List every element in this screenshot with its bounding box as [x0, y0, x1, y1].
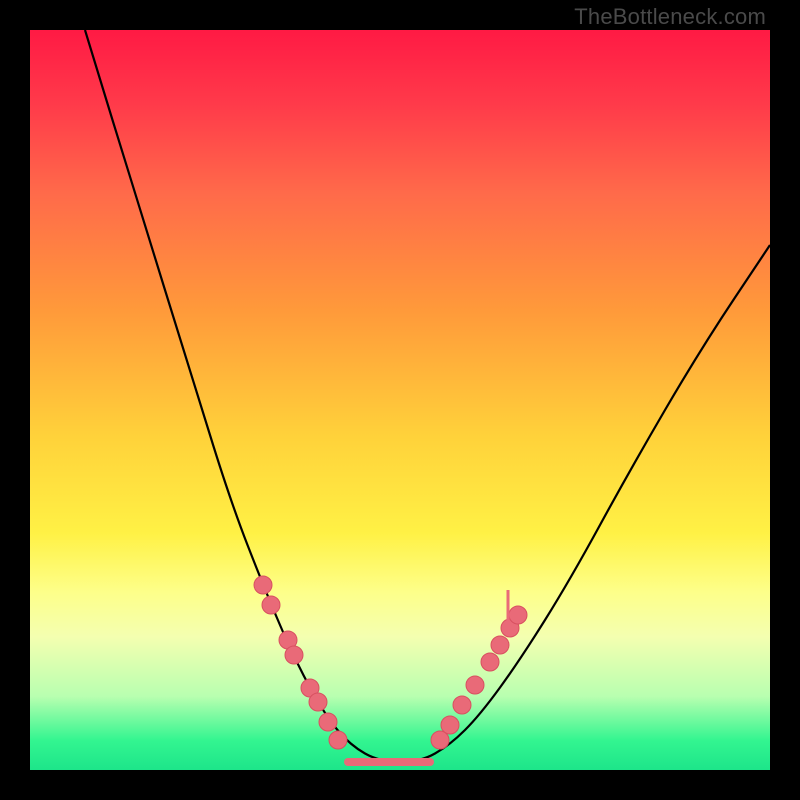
bottleneck-curve — [85, 30, 770, 762]
dot-right-4 — [481, 653, 499, 671]
dots-left-group — [254, 576, 347, 749]
watermark-text: TheBottleneck.com — [574, 4, 766, 30]
dot-right-3 — [466, 676, 484, 694]
dot-left-1 — [262, 596, 280, 614]
dot-right-1 — [441, 716, 459, 734]
dot-left-6 — [319, 713, 337, 731]
dot-right-5 — [491, 636, 509, 654]
dot-left-0 — [254, 576, 272, 594]
dot-left-3 — [285, 646, 303, 664]
dots-right-group — [431, 606, 527, 749]
gradient-plot-area — [30, 30, 770, 770]
dot-right-2 — [453, 696, 471, 714]
dot-left-7 — [329, 731, 347, 749]
dot-left-5 — [309, 693, 327, 711]
dot-right-7 — [509, 606, 527, 624]
bottleneck-plot — [30, 30, 770, 770]
